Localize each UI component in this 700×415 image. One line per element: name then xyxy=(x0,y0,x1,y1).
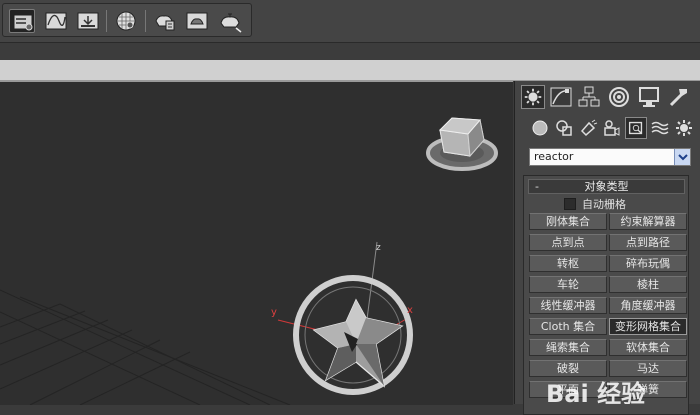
axis-x-label: x xyxy=(407,305,413,316)
command-panel: reactor 对象类型 - 自动栅格 刚体集合 约束解算器 点到点 点到路径 转枢 碎布… xyxy=(514,81,700,415)
viewcube[interactable] xyxy=(426,117,498,171)
render-production-icon[interactable] xyxy=(217,9,243,33)
autogrid-label: 自动栅格 xyxy=(582,198,626,211)
object-type-button[interactable]: 变形网格集合 xyxy=(609,318,687,335)
motion-tab-icon[interactable] xyxy=(607,85,631,109)
object-type-button[interactable]: 约束解算器 xyxy=(609,213,687,230)
systems-icon[interactable] xyxy=(673,117,695,139)
main-toolbar xyxy=(0,0,700,42)
display-tab-icon[interactable] xyxy=(637,85,661,109)
star-object[interactable] xyxy=(312,298,404,388)
category-value: reactor xyxy=(534,150,574,163)
object-type-button[interactable]: 破裂 xyxy=(529,360,607,377)
perspective-viewport[interactable]: z y x xyxy=(0,81,513,405)
object-type-button[interactable]: 绳索集合 xyxy=(529,339,607,356)
object-type-button[interactable]: 碎布玩偶 xyxy=(609,255,687,272)
toolbar-group xyxy=(2,3,252,37)
object-type-button[interactable]: 线性缓冲器 xyxy=(529,297,607,314)
utilities-tab-icon[interactable] xyxy=(667,85,691,109)
ribbon-strip xyxy=(0,60,700,81)
rollout-title: 对象类型 xyxy=(584,180,629,193)
autogrid-checkbox[interactable] xyxy=(564,198,576,210)
object-type-button[interactable]: 马达 xyxy=(609,360,687,377)
category-dropdown[interactable]: reactor xyxy=(529,148,691,166)
home-grid xyxy=(0,289,291,405)
space-warps-icon[interactable] xyxy=(649,117,671,139)
material-editor-icon[interactable] xyxy=(113,9,139,33)
watermark-text: Bai 经验 xyxy=(546,380,645,404)
toolbar-separator xyxy=(106,10,107,32)
object-type-button[interactable]: Cloth 集合 xyxy=(529,318,607,335)
object-type-button[interactable]: 刚体集合 xyxy=(529,213,607,230)
schematic-view-icon[interactable] xyxy=(75,9,101,33)
axis-y-label: y xyxy=(271,307,277,318)
object-type-button[interactable]: 点到点 xyxy=(529,234,607,251)
lights-icon[interactable] xyxy=(577,117,599,139)
create-tab-icon[interactable] xyxy=(521,85,545,109)
hierarchy-tab-icon[interactable] xyxy=(577,85,601,109)
object-type-button[interactable]: 点到路径 xyxy=(609,234,687,251)
object-type-button[interactable]: 转枢 xyxy=(529,255,607,272)
toolbar-strip xyxy=(0,42,700,61)
chevron-down-icon[interactable] xyxy=(674,149,690,165)
scene-explorer-icon[interactable] xyxy=(9,9,35,33)
render-setup-icon[interactable] xyxy=(151,9,177,33)
shapes-icon[interactable] xyxy=(553,117,575,139)
object-type-button[interactable]: 棱柱 xyxy=(609,276,687,293)
rollout-header[interactable]: 对象类型 - xyxy=(528,179,685,194)
baidu-watermark: Bai 经验 xyxy=(546,380,645,404)
geometry-icon[interactable] xyxy=(529,117,551,139)
rendered-frame-window-icon[interactable] xyxy=(184,9,210,33)
object-type-button[interactable]: 角度缓冲器 xyxy=(609,297,687,314)
helpers-icon[interactable] xyxy=(625,117,647,139)
toolbar-separator xyxy=(145,10,146,32)
axis-z-label: z xyxy=(376,243,381,253)
cameras-icon[interactable] xyxy=(601,117,623,139)
object-type-button[interactable]: 软体集合 xyxy=(609,339,687,356)
object-type-button[interactable]: 车轮 xyxy=(529,276,607,293)
modify-tab-icon[interactable] xyxy=(549,85,573,109)
curve-editor-icon[interactable] xyxy=(43,9,69,33)
collapse-icon[interactable]: - xyxy=(535,180,539,193)
